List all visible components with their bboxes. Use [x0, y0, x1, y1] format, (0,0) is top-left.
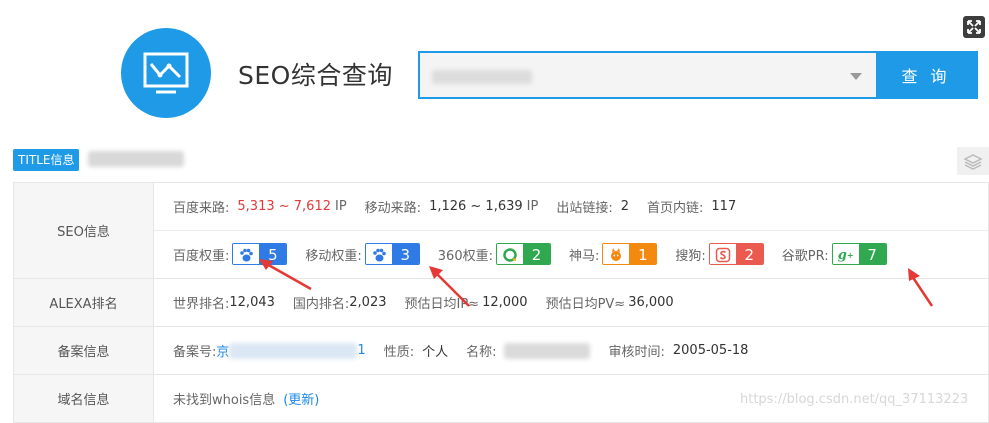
table-row-icp: 备案信息 备案号: 京 1 性质: 个人 名称: 审核时间: 2005-05-1…	[13, 326, 989, 375]
search-input-value-redacted	[432, 70, 532, 84]
china-rank-value[interactable]: 2,023	[349, 295, 386, 310]
baidu-traffic-unit: IP	[334, 199, 347, 214]
search-bar: 查 询	[418, 51, 978, 99]
sogou-label: 搜狗:	[675, 248, 706, 264]
table-row-seo: SEO信息 百度来路: 5,313 ~ 7,612 IP 移动来路: 1,126…	[13, 182, 989, 279]
shenma-value: 1	[629, 244, 657, 264]
seo-info-table: SEO信息 百度来路: 5,313 ~ 7,612 IP 移动来路: 1,126…	[13, 182, 989, 423]
watermark: https://blog.csdn.net/qq_37113223	[740, 392, 969, 407]
nature-value: 个人	[422, 345, 449, 360]
google-pr-label: 谷歌PR:	[781, 248, 829, 264]
row-label-whois: 域名信息	[13, 374, 154, 423]
outlinks-label: 出站链接:	[556, 201, 613, 216]
annotation-arrow	[429, 266, 470, 307]
google-pr-value: 7	[858, 244, 886, 264]
mobile-paw-icon	[365, 244, 392, 264]
google-plus-icon: g +	[832, 244, 859, 264]
mobile-weight-badge[interactable]: 3	[364, 243, 420, 265]
google-pr-badge[interactable]: g + 7	[831, 243, 887, 265]
whois-text: 未找到whois信息	[173, 393, 276, 408]
baidu-weight-label: 百度权重:	[173, 248, 230, 264]
icp-no-link[interactable]: 京	[216, 341, 229, 360]
baidu-traffic-value[interactable]: 5,313 ~ 7,612	[237, 199, 331, 214]
table-row-alexa: ALEXA排名 世界排名: 12,043 国内排名: 2,023 预估日均IP≈…	[13, 278, 989, 327]
annotation-arrow	[259, 259, 312, 291]
audit-time-label: 审核时间:	[608, 345, 665, 360]
name-label: 名称:	[466, 345, 497, 360]
weight360-badge[interactable]: 2	[495, 243, 551, 265]
weight360-label: 360权重:	[437, 248, 493, 264]
seo-traffic-line: 百度来路: 5,313 ~ 7,612 IP 移动来路: 1,126 ~ 1,6…	[154, 184, 988, 231]
seo-logo-icon	[121, 28, 211, 118]
dropdown-arrow-icon[interactable]	[850, 73, 862, 80]
nature-label: 性质:	[383, 345, 415, 360]
sogou-badge[interactable]: 2	[708, 243, 764, 265]
shenma-badge[interactable]: 1	[602, 243, 658, 265]
row-label-alexa: ALEXA排名	[13, 278, 154, 327]
weight360-value: 2	[522, 244, 550, 264]
row-label-seo: SEO信息	[13, 182, 154, 279]
audit-time-value: 2005-05-18	[672, 343, 749, 358]
mobile-traffic-label: 移动来路:	[364, 201, 422, 216]
search-button[interactable]: 查 询	[876, 53, 976, 97]
fullscreen-icon[interactable]	[963, 16, 985, 38]
daily-ip-value: 12,000	[482, 295, 528, 310]
search-input[interactable]	[420, 53, 876, 97]
title-info-badge: TITLE信息	[13, 149, 80, 171]
icp-no-redacted	[229, 342, 358, 359]
baidu-traffic-label: 百度来路:	[173, 201, 230, 216]
shenma-horse-icon	[603, 244, 630, 264]
icp-no-tail[interactable]: 1	[357, 343, 365, 358]
name-value-redacted	[504, 342, 591, 359]
outlinks-value[interactable]: 2	[621, 199, 629, 214]
daily-pv-value: 36,000	[628, 295, 674, 310]
mobile-traffic-value[interactable]: 1,126 ~ 1,639	[429, 199, 523, 214]
china-rank-label: 国内排名:	[292, 297, 350, 312]
sogou-icon	[709, 244, 736, 264]
shenma-label: 神马:	[568, 248, 600, 264]
icp-line: 备案号: 京 1 性质: 个人 名称: 审核时间: 2005-05-18	[154, 327, 988, 374]
inlinks-label: 首页内链:	[647, 201, 704, 216]
icp-info-cell: 备案号: 京 1 性质: 个人 名称: 审核时间: 2005-05-18	[153, 326, 989, 375]
whois-refresh-link[interactable]: (更新)	[283, 389, 319, 408]
sogou-value: 2	[735, 244, 763, 264]
row-label-icp: 备案信息	[13, 326, 154, 375]
360-icon	[496, 244, 523, 264]
inlinks-value[interactable]: 117	[711, 199, 736, 214]
daily-pv-label: 预估日均PV≈	[545, 297, 626, 312]
layers-icon[interactable]	[957, 147, 989, 175]
world-rank-value[interactable]: 12,043	[229, 295, 275, 310]
mobile-weight-value: 3	[391, 244, 419, 264]
icp-no-label: 备案号:	[173, 345, 217, 360]
world-rank-label: 世界排名:	[173, 297, 230, 312]
mobile-traffic-unit: IP	[526, 199, 539, 214]
title-value-redacted	[88, 151, 184, 167]
annotation-arrow	[908, 268, 934, 307]
page-title: SEO综合查询	[238, 61, 393, 90]
